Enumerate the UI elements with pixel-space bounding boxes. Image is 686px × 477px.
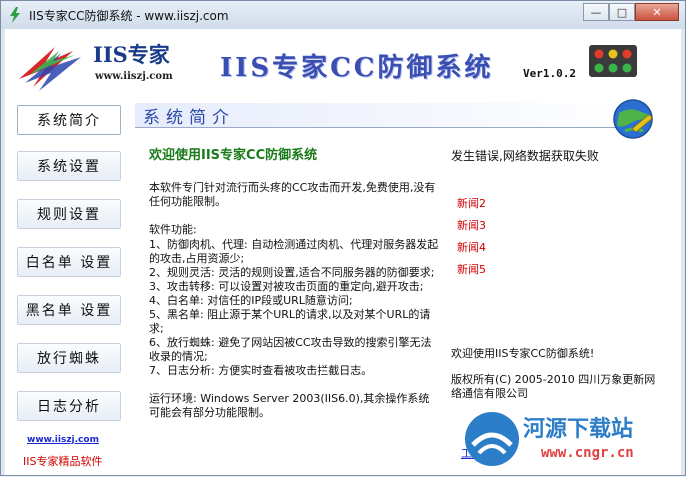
logo-text: IIS专家 (93, 42, 170, 67)
watermark-url: www.cngr.cn (541, 445, 634, 461)
sidebar-footer: IIS专家精品软件 (23, 455, 103, 468)
app-title: IIS专家CC防御系统 (220, 53, 494, 83)
lightning-logo-icon (19, 47, 81, 91)
logo-url: www.iiszj.com (95, 71, 173, 82)
nav-log-analysis[interactable]: 日志分析 (17, 391, 121, 421)
section-header: 系统简介 (135, 103, 635, 128)
traffic-light-icon (589, 45, 637, 77)
news-list: 新闻2 新闻3 新闻4 新闻5 (457, 193, 486, 281)
app-window: IIS专家CC防御系统 - www.iiszj.com — □ ✕ IIS专家 … (0, 0, 686, 476)
environment-text: 运行环境: Windows Server 2003(IIS6.0),其余操作系统… (149, 392, 430, 419)
lightning-app-icon (10, 7, 20, 23)
feature-item: 1、防御肉机、代理: 自动检测通过肉机、代理对服务器发起的攻击,占用资源少; (149, 238, 439, 265)
features-title: 软件功能: (149, 223, 197, 236)
window-title: IIS专家CC防御系统 - www.iiszj.com (29, 9, 229, 23)
feature-item: 6、放行蜘蛛: 避免了网站因被CC攻击导致的搜索引擎无法收录的情况; (149, 336, 432, 363)
news-link[interactable]: 新闻4 (457, 237, 486, 259)
nav-system-settings[interactable]: 系统设置 (17, 151, 121, 181)
logo: IIS专家 www.iiszj.com (15, 35, 185, 93)
news-link[interactable]: 新闻3 (457, 215, 486, 237)
feature-item: 7、日志分析: 方便实时查看被攻击拦截日志。 (149, 364, 373, 377)
section-title: 系统简介 (143, 108, 235, 128)
window-controls: — □ ✕ (583, 3, 679, 23)
nav-rule-settings[interactable]: 规则设置 (17, 199, 121, 229)
news-column: 发生错误,网络数据获取失败 新闻2 新闻3 新闻4 新闻5 欢迎使用IIS专家C… (451, 149, 666, 400)
minimize-button[interactable]: — (583, 3, 609, 21)
sidebar: 系统简介 系统设置 规则设置 白名单 设置 黑名单 设置 放行蜘蛛 日志分析 w… (5, 97, 125, 475)
sidebar-website-link[interactable]: www.iiszj.com (27, 435, 99, 445)
watermark: 工作室 河源下载站 www.cngr.cn (461, 403, 686, 477)
features-list: 1、防御肉机、代理: 自动检测通过肉机、代理对服务器发起的攻击,占用资源少; 2… (149, 238, 439, 378)
close-button[interactable]: ✕ (635, 3, 679, 21)
nav-whitelist-settings[interactable]: 白名单 设置 (17, 247, 121, 277)
feature-item: 3、攻击转移: 可以设置对被攻击页面的重定向,避开攻击; (149, 280, 424, 293)
nav-system-intro[interactable]: 系统简介 (17, 105, 121, 135)
news-link[interactable]: 新闻2 (457, 193, 486, 215)
copyright-text: 版权所有(C) 2005-2010 四川万象更新网络通信有限公司 (451, 373, 656, 400)
version-label: Ver1.0.2 (523, 67, 576, 80)
news-link[interactable]: 新闻5 (457, 259, 486, 281)
intro-column: 欢迎使用IIS专家CC防御系统 本软件专门针对流行而头疼的CC攻击而开发,免费使… (149, 149, 439, 420)
app-header: IIS专家 www.iiszj.com IIS专家CC防御系统 Ver1.0.2 (5, 29, 681, 97)
error-message: 发生错误,网络数据获取失败 (451, 149, 599, 163)
feature-item: 2、规则灵活: 灵活的规则设置,适合不同服务器的防御要求; (149, 266, 435, 279)
welcome-heading: 欢迎使用IIS专家CC防御系统 (149, 148, 318, 163)
watermark-text: 河源下载站 (523, 417, 634, 442)
feature-item: 5、黑名单: 阻止源于某个URL的请求,以及对某个URL的请求; (149, 308, 431, 335)
nav-blacklist-settings[interactable]: 黑名单 设置 (17, 295, 121, 325)
feature-item: 4、白名单: 对信任的IP段或URL随意访问; (149, 294, 353, 307)
globe-tool-icon (613, 99, 653, 139)
title-bar[interactable]: IIS专家CC防御系统 - www.iiszj.com — □ ✕ (1, 1, 685, 29)
intro-text: 本软件专门针对流行而头疼的CC攻击而开发,免费使用,没有任何功能限制。 (149, 181, 436, 208)
right-welcome-text: 欢迎使用IIS专家CC防御系统! (451, 347, 595, 360)
nav-allow-spiders[interactable]: 放行蜘蛛 (17, 343, 121, 373)
watermark-logo-icon (465, 412, 519, 466)
maximize-button[interactable]: □ (609, 3, 635, 21)
